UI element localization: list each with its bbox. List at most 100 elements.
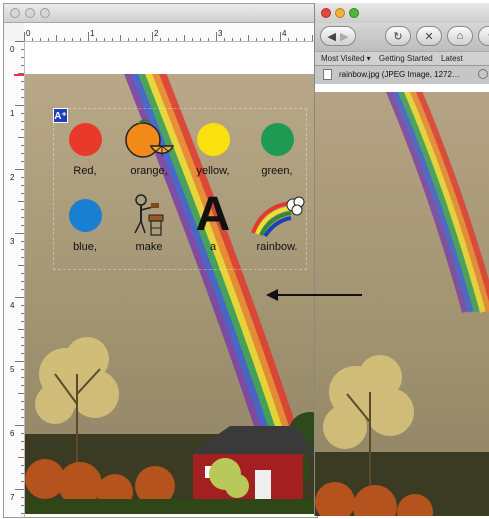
ruler-number: 7 [10,493,15,502]
ruler-tick [21,353,24,354]
symbol-rainbow[interactable]: rainbow. [246,193,308,253]
ruler-tick [24,32,25,41]
ruler-tick [21,241,24,242]
close-window-button[interactable] [10,8,20,18]
symbol-red[interactable]: Red, [54,117,116,177]
ruler-tick [21,249,24,250]
ruler-tick [21,417,24,418]
ruler-tick [21,481,24,482]
ruler-tick [64,38,65,41]
reload-button[interactable]: ↻ [385,26,411,46]
browser-tab[interactable]: rainbow.jpg (JPEG Image, 1272… [315,65,489,85]
ruler-tick [21,121,24,122]
document-canvas[interactable]: Red, orange, yellow, green, blue, make A… [25,42,317,517]
ruler-tick [264,38,265,41]
symbol-label: yellow, [196,165,230,177]
browser-close-button[interactable] [321,8,331,18]
ruler-number: 4 [10,301,15,310]
bookmark-most-visited[interactable]: Most Visited ▾ [321,54,371,63]
ruler-tick [21,337,24,338]
vertical-ruler: 0 1 2 3 4 5 6 7 [4,41,25,517]
browser-titlebar [315,3,489,23]
symbol-a[interactable]: A a [182,191,244,254]
symbol-label: Red, [73,165,97,177]
ruler-tick [21,369,24,370]
minimize-window-button[interactable] [25,8,35,18]
ruler-tick [21,225,24,226]
document-window: 0 1 2 3 4 0 1 2 3 4 5 6 7 Red, orange, y… [3,3,318,518]
ruler-tick [15,297,24,298]
ruler-tick [21,321,24,322]
ruler-tick [32,38,33,41]
ruler-number: 3 [10,237,15,246]
symbol-orange[interactable]: orange, [118,117,180,177]
bookmark-getting-started[interactable]: Getting Started [379,54,433,63]
ruler-tick [15,169,24,170]
tab-close-icon[interactable] [478,69,488,79]
ruler-tick [21,193,24,194]
ruler-number: 3 [218,29,223,38]
ruler-tick [21,145,24,146]
ruler-tick [21,129,24,130]
ruler-number: 0 [10,45,15,54]
symbol-label: rainbow. [256,241,298,253]
browser-minimize-button[interactable] [335,8,345,18]
ruler-tick [160,38,161,41]
make-icon [118,193,180,237]
symbol-label: make [135,241,163,253]
browser-zoom-button[interactable] [349,8,359,18]
ruler-tick [192,38,193,41]
ruler-tick [21,65,24,66]
ruler-tick [21,313,24,314]
symbol-badge-icon[interactable]: A⁺ [53,108,68,123]
ruler-tick [21,217,24,218]
blue-dot-icon [68,198,102,232]
ruler-tick [120,35,121,41]
stop-button[interactable]: ✕ [416,26,442,46]
ruler-number: 2 [10,173,15,182]
rainbow-image-preview [315,92,489,516]
ruler-tick [232,38,233,41]
back-forward-button[interactable]: ◀ ▶ [320,26,356,46]
horizontal-ruler: 0 1 2 3 4 [24,23,317,42]
ruler-tick [168,38,169,41]
ruler-tick [40,38,41,41]
ruler-tick [18,137,24,138]
ruler-tick [21,185,24,186]
bookmark-button[interactable]: ▾ [478,26,489,46]
symbol-label: a [209,241,217,253]
symbol-label: blue, [73,241,97,253]
ruler-tick [21,289,24,290]
home-button[interactable]: ⌂ [447,26,473,46]
ruler-tick [144,38,145,41]
ruler-tick [21,281,24,282]
symbol-green[interactable]: green, [246,117,308,177]
ruler-tick [21,305,24,306]
ruler-tick [176,38,177,41]
ruler-tick [21,257,24,258]
zoom-window-button[interactable] [40,8,50,18]
ruler-tick [256,38,257,41]
symbol-grid[interactable]: Red, orange, yellow, green, blue, make A… [53,108,307,270]
ruler-number: 2 [154,29,159,38]
ruler-tick [88,32,89,41]
symbol-blue[interactable]: blue, [54,193,116,253]
orange-icon [118,117,180,161]
ruler-tick [21,449,24,450]
ruler-tick [21,209,24,210]
ruler-tick [184,35,185,41]
margin-marker[interactable] [14,74,24,76]
symbol-make[interactable]: make [118,193,180,253]
ruler-tick [21,89,24,90]
symbol-yellow[interactable]: yellow, [182,117,244,177]
ruler-tick [208,38,209,41]
ruler-tick [21,49,24,50]
ruler-number: 4 [282,29,287,38]
ruler-tick [18,265,24,266]
ruler-tick [288,38,289,41]
bookmark-latest[interactable]: Latest [441,54,463,63]
ruler-tick [280,32,281,41]
ruler-tick [200,38,201,41]
ruler-tick [248,35,249,41]
bookmarks-bar: Most Visited ▾ Getting Started Latest [315,51,489,66]
